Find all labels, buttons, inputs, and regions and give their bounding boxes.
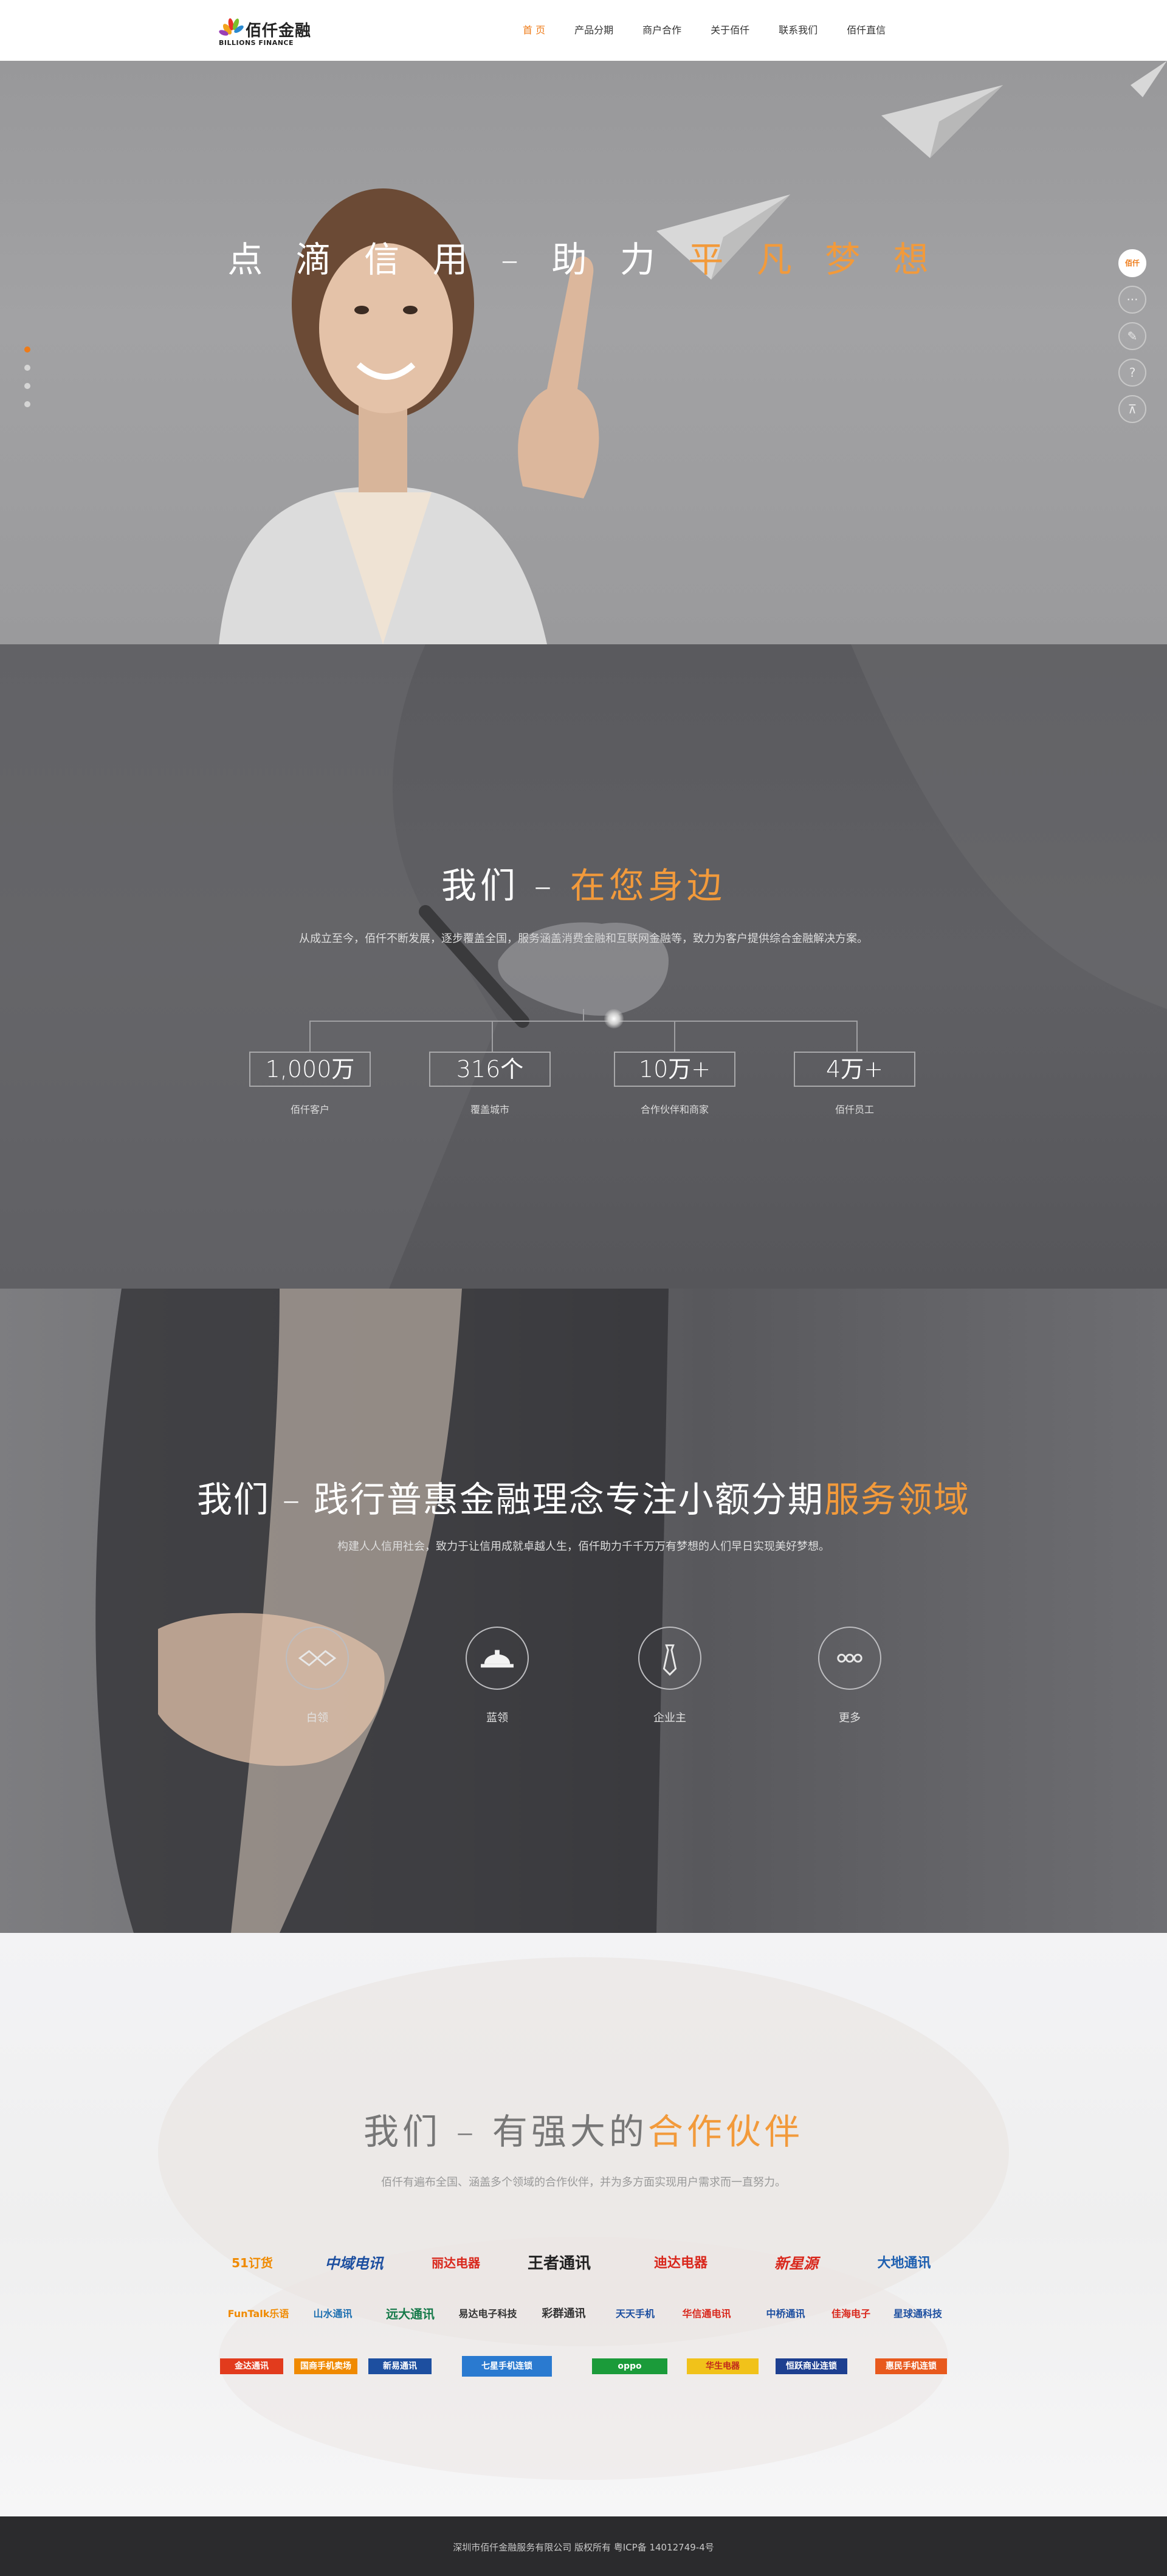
partner-logo[interactable]: 中域电讯 [307,2247,401,2277]
partner-logo[interactable]: 远大通讯 [377,2298,444,2328]
partner-logo[interactable]: 山水通讯 [304,2298,362,2328]
service-more-label: 更多 [839,1712,861,1724]
partner-logo[interactable]: 星球通科技 [887,2298,948,2328]
partner-logo[interactable]: 天天手机 [608,2298,663,2328]
paper-plane-medium [881,85,1003,158]
service-title-main: 我们 – 践行普惠金融理念专注小额分期 [197,1479,824,1520]
slide-dot-4[interactable] [24,401,30,407]
help-icon[interactable]: ? [1118,359,1146,387]
paper-plane-small [1131,61,1167,97]
stat-customers-value: 1,000万 [249,1052,371,1087]
partner-logo[interactable]: oppo [592,2358,667,2374]
stat-cities-label: 覆盖城市 [470,1104,509,1115]
service-section [0,1289,1167,1933]
logo-en-text: BILLIONS FINANCE [219,39,294,47]
service-blue-collar[interactable] [466,1627,529,1690]
more-icon [837,1653,862,1663]
partner-logo[interactable]: 惠民手机连锁 [875,2358,947,2374]
hero-title-highlight: 平 凡 梦 想 [688,239,940,280]
about-title-highlight: 在您身边 [570,865,726,906]
hero-title-main: 点 滴 信 用 – 助 力 [227,239,689,280]
edit-icon[interactable]: ✎ [1118,322,1146,350]
partner-logo[interactable]: 佳海电子 [824,2298,878,2328]
stat-partners-value: 10万+ [614,1052,735,1087]
partner-logo[interactable]: 丽达电器 [419,2247,492,2277]
service-more[interactable] [818,1627,881,1690]
stat-cities-value: 316个 [429,1052,551,1087]
site-header: 佰仟金融 BILLIONS FINANCE 首 页 产品分期 商户合作 关于佰仟… [0,0,1167,61]
floating-toolbar: 佰仟 ··· ✎ ? ⊼ [1118,249,1150,432]
nav-merchant[interactable]: 商户合作 [642,0,681,61]
slide-pagination [24,346,30,419]
map-center-dot [604,1009,624,1028]
nav-home[interactable]: 首 页 [523,0,545,61]
chat-icon[interactable]: ··· [1118,286,1146,314]
nav-credit[interactable]: 佰仟直信 [847,0,886,61]
nav-contact[interactable]: 联系我们 [779,0,818,61]
china-map-icon [498,922,669,1016]
hero-title: 点 滴 信 用 – 助 力 平 凡 梦 想 [0,231,1167,282]
footer-copyright: 深圳市佰仟金融服务有限公司 版权所有 粤ICP备 14012749-4号 [453,2542,714,2553]
partners-subtitle: 佰仟有遍布全国、涵盖多个领域的合作伙伴，并为多方面实现用户需求而一直努力。 [381,2176,786,2189]
service-title: 我们 – 践行普惠金融理念专注小额分期服务领域 [0,1471,1167,1522]
stat-partners-label: 合作伙伴和商家 [640,1104,709,1115]
logo-flower-icon [219,18,244,36]
partners-title-main: 我们 – 有强大的 [363,2111,648,2152]
partner-logo[interactable]: 七星手机连锁 [462,2356,552,2377]
service-white-collar-label: 白领 [306,1712,328,1724]
stat-customers-label: 佰仟客户 [290,1104,329,1115]
back-to-top-icon[interactable]: ⊼ [1118,395,1146,423]
about-title: 我们 – 在您身边 [0,857,1167,908]
partner-logo[interactable]: 51订货 [219,2247,286,2277]
partner-logo[interactable]: 彩群通讯 [532,2298,596,2328]
service-white-collar[interactable] [286,1627,349,1690]
partner-logo[interactable]: 易达电子科技 [453,2298,523,2328]
service-title-highlight: 服务领域 [824,1479,970,1520]
partner-logo[interactable]: 新易通讯 [368,2358,432,2374]
partners-title: 我们 – 有强大的合作伙伴 [0,2103,1167,2154]
about-title-main: 我们 – [441,865,570,906]
tie-icon [663,1644,677,1676]
brand-service-button[interactable]: 佰仟 [1118,249,1146,277]
service-subtitle: 构建人人信用社会，致力于让信用成就卓越人生，佰仟助力千千万万有梦想的人们早日实现… [337,1540,830,1553]
partner-logo[interactable]: 国商手机卖场 [294,2358,357,2374]
partner-logo[interactable]: 金达通讯 [220,2358,283,2374]
stat-employees-label: 佰仟员工 [835,1104,874,1115]
hero-section: 点 滴 信 用 – 助 力 平 凡 梦 想 [0,61,1167,644]
partner-logo[interactable]: 迪达电器 [641,2247,720,2277]
stat-connector-lines [309,1009,858,1052]
slide-dot-2[interactable] [24,365,30,371]
partner-logo[interactable]: 华生电器 [687,2358,759,2374]
slide-dot-3[interactable] [24,383,30,389]
partners-title-highlight: 合作伙伴 [647,2111,804,2152]
hardhat-icon [481,1650,514,1668]
slide-dot-1[interactable] [24,346,30,353]
partner-logo[interactable]: 恒跃商业连锁 [776,2358,847,2374]
hero-woman-image [219,188,599,644]
site-logo[interactable]: 佰仟金融 BILLIONS FINANCE [219,15,316,47]
partner-logo[interactable]: 大地通讯 [860,2247,948,2277]
handshake-outline-icon [298,1650,337,1667]
service-blue-collar-label: 蓝领 [486,1712,508,1724]
partner-logo[interactable]: FunTalk乐语 [225,2298,292,2328]
nav-products[interactable]: 产品分期 [574,0,613,61]
partners-background-image [158,1957,1009,2480]
service-business-owner-label: 企业主 [653,1712,686,1724]
partner-logo[interactable]: 华信通电讯 [672,2298,742,2328]
service-handshake-image [95,1289,669,1933]
partner-logo[interactable]: 新星源 [751,2247,842,2277]
main-nav: 首 页 产品分期 商户合作 关于佰仟 联系我们 佰仟直信 [523,0,915,61]
stat-employees-value: 4万+ [794,1052,915,1087]
partner-logo[interactable]: 王者通讯 [504,2247,614,2277]
service-business-owner[interactable] [638,1627,701,1690]
nav-about[interactable]: 关于佰仟 [711,0,749,61]
logo-cn-text: 佰仟金融 [246,22,312,40]
partners-section [0,1933,1167,2516]
partner-logo[interactable]: 中桥通讯 [757,2298,814,2328]
